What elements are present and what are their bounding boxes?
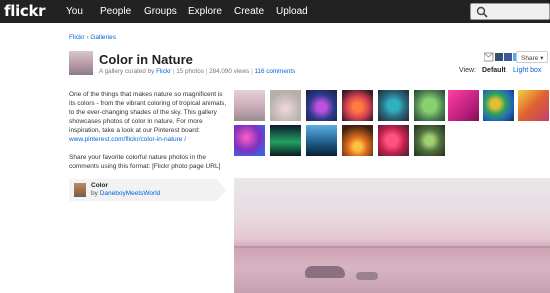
- nav-you[interactable]: You: [66, 6, 83, 17]
- gallery-photo-thumbnail[interactable]: [270, 90, 301, 121]
- share-button[interactable]: Share ▾: [516, 51, 548, 63]
- description-text: One of the things that makes nature so m…: [69, 91, 227, 134]
- featured-photo-byline: by DaneboyMeetsWorld: [91, 190, 160, 197]
- byline-prefix: by: [91, 190, 98, 197]
- meta-separator: |: [251, 68, 253, 75]
- nav-explore[interactable]: Explore: [188, 6, 222, 17]
- gallery-photo-thumbnail[interactable]: [414, 125, 445, 156]
- avatar: [74, 183, 86, 197]
- gallery-photo-thumbnail[interactable]: [518, 90, 549, 121]
- featured-photo-title: Color: [91, 182, 108, 189]
- nav-create[interactable]: Create: [234, 6, 264, 17]
- curator-link[interactable]: Flickr: [156, 68, 171, 75]
- meta-prefix: A gallery curated by: [99, 68, 155, 75]
- gallery-description: One of the things that makes nature so m…: [69, 90, 227, 144]
- photo-count: 15 photos: [176, 68, 204, 75]
- gallery-photo-thumbnail[interactable]: [378, 125, 409, 156]
- view-count: 284,090 views: [209, 68, 250, 75]
- gallery-photo-thumbnail[interactable]: [306, 125, 337, 156]
- comments-link[interactable]: 116 comments: [254, 68, 295, 75]
- photo-horizon: [234, 246, 550, 248]
- gallery-photo-thumbnail[interactable]: [414, 90, 445, 121]
- gallery-photo-thumbnail[interactable]: [483, 90, 514, 121]
- breadcrumb-separator: ›: [86, 34, 89, 41]
- featured-photo-card[interactable]: Color by DaneboyMeetsWorld: [69, 179, 226, 201]
- gallery-meta: A gallery curated by Flickr | 15 photos …: [99, 68, 295, 75]
- share-instructions: Share your favorite colorful nature phot…: [69, 154, 221, 170]
- search-icon[interactable]: [476, 6, 488, 18]
- share-icons: [484, 52, 516, 62]
- gallery-thumbnail: [69, 51, 93, 75]
- gallery-photo-thumbnail[interactable]: [448, 90, 479, 121]
- author-link[interactable]: DaneboyMeetsWorld: [100, 190, 161, 197]
- photo-rock: [356, 272, 378, 280]
- meta-separator: |: [205, 68, 208, 75]
- gallery-photo-thumbnail[interactable]: [306, 90, 337, 121]
- gallery-photo-thumbnail[interactable]: [234, 125, 265, 156]
- view-default-option[interactable]: Default: [482, 67, 506, 74]
- nav-groups[interactable]: Groups: [144, 6, 177, 17]
- gallery-photo-thumbnail[interactable]: [342, 125, 373, 156]
- nav-upload[interactable]: Upload: [276, 6, 308, 17]
- gallery-photo-thumbnail[interactable]: [342, 90, 373, 121]
- featured-photo-large[interactable]: [234, 178, 550, 293]
- breadcrumb-flickr[interactable]: Flickr: [69, 34, 85, 41]
- nav-people[interactable]: People: [100, 6, 131, 17]
- flickr-logo[interactable]: flickr: [4, 2, 46, 20]
- share-label: Share: [521, 55, 539, 62]
- gallery-photo-thumbnail[interactable]: [378, 90, 409, 121]
- gallery-photo-thumbnail[interactable]: [234, 90, 265, 121]
- facebook-icon[interactable]: [504, 53, 512, 61]
- tumblr-icon[interactable]: [495, 53, 503, 61]
- view-lightbox-option[interactable]: Light box: [513, 67, 541, 74]
- photo-rock: [305, 266, 345, 278]
- pinterest-link[interactable]: www.pinterest.com/flickr/color-in-nature…: [69, 136, 186, 143]
- meta-separator: |: [172, 68, 175, 75]
- chevron-down-icon: ▾: [540, 55, 544, 62]
- page-title: Color in Nature: [99, 52, 193, 67]
- email-icon[interactable]: [484, 52, 494, 62]
- view-label: View:: [459, 67, 476, 74]
- breadcrumb-galleries[interactable]: Galleries: [90, 34, 116, 41]
- breadcrumb: Flickr › Galleries: [69, 34, 116, 41]
- gallery-photo-thumbnail[interactable]: [270, 125, 301, 156]
